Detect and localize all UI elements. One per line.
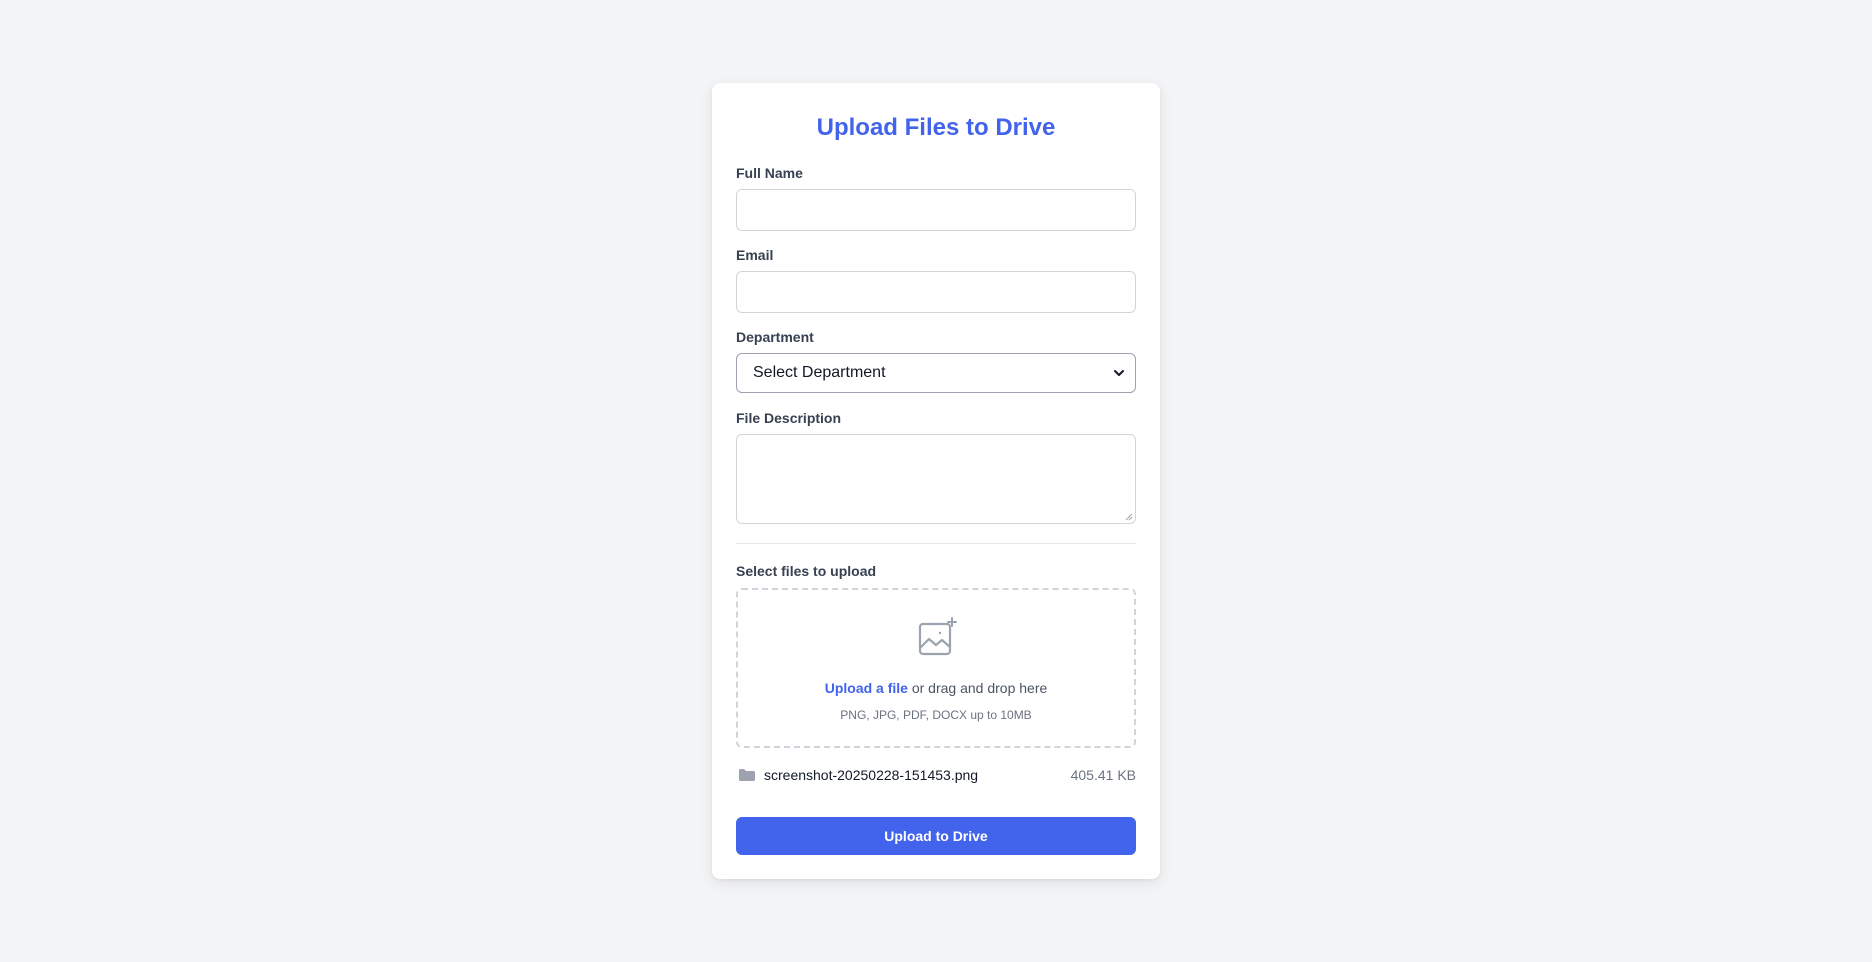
file-name: screenshot-20250228-151453.png [764, 767, 979, 783]
upload-file-link[interactable]: Upload a file [825, 680, 908, 696]
form-title: Upload Files to Drive [816, 114, 1056, 141]
full-name-input[interactable] [736, 189, 1136, 231]
file-dropzone[interactable]: Upload a file or drag and drop here PNG,… [736, 588, 1136, 748]
email-input[interactable] [736, 271, 1136, 313]
email-group: Email [736, 246, 1136, 313]
file-upload-group: Select files to upload Upload a file or … [736, 562, 1136, 748]
upload-label: Select files to upload [736, 563, 877, 579]
full-name-label: Full Name [736, 165, 803, 181]
folder-icon [739, 769, 755, 781]
description-group: File Description [736, 409, 1136, 524]
file-size: 405.41 KB [1070, 767, 1136, 783]
dropzone-text: Upload a file or drag and drop here [738, 680, 1134, 696]
resize-handle-icon[interactable] [1125, 513, 1133, 521]
department-label: Department [736, 329, 814, 345]
chevron-down-icon [1114, 370, 1124, 376]
description-textarea[interactable] [736, 434, 1136, 524]
email-label: Email [736, 247, 774, 263]
upload-to-drive-button[interactable]: Upload to Drive [736, 817, 1136, 855]
selected-file-row: screenshot-20250228-151453.png 405.41 KB [736, 765, 1136, 785]
upload-form-card: Upload Files to Drive Full Name Email De… [712, 83, 1160, 879]
full-name-group: Full Name [736, 164, 1136, 231]
drag-drop-text: or drag and drop here [907, 680, 1048, 696]
department-group: Department Select Department [736, 328, 1136, 393]
image-plus-icon [918, 617, 957, 656]
file-type-hint: PNG, JPG, PDF, DOCX up to 10MB [840, 708, 1032, 722]
department-selected-value: Select Department [753, 364, 886, 381]
form-divider [736, 543, 1136, 544]
description-label: File Description [736, 410, 842, 426]
department-select[interactable]: Select Department [736, 353, 1136, 393]
